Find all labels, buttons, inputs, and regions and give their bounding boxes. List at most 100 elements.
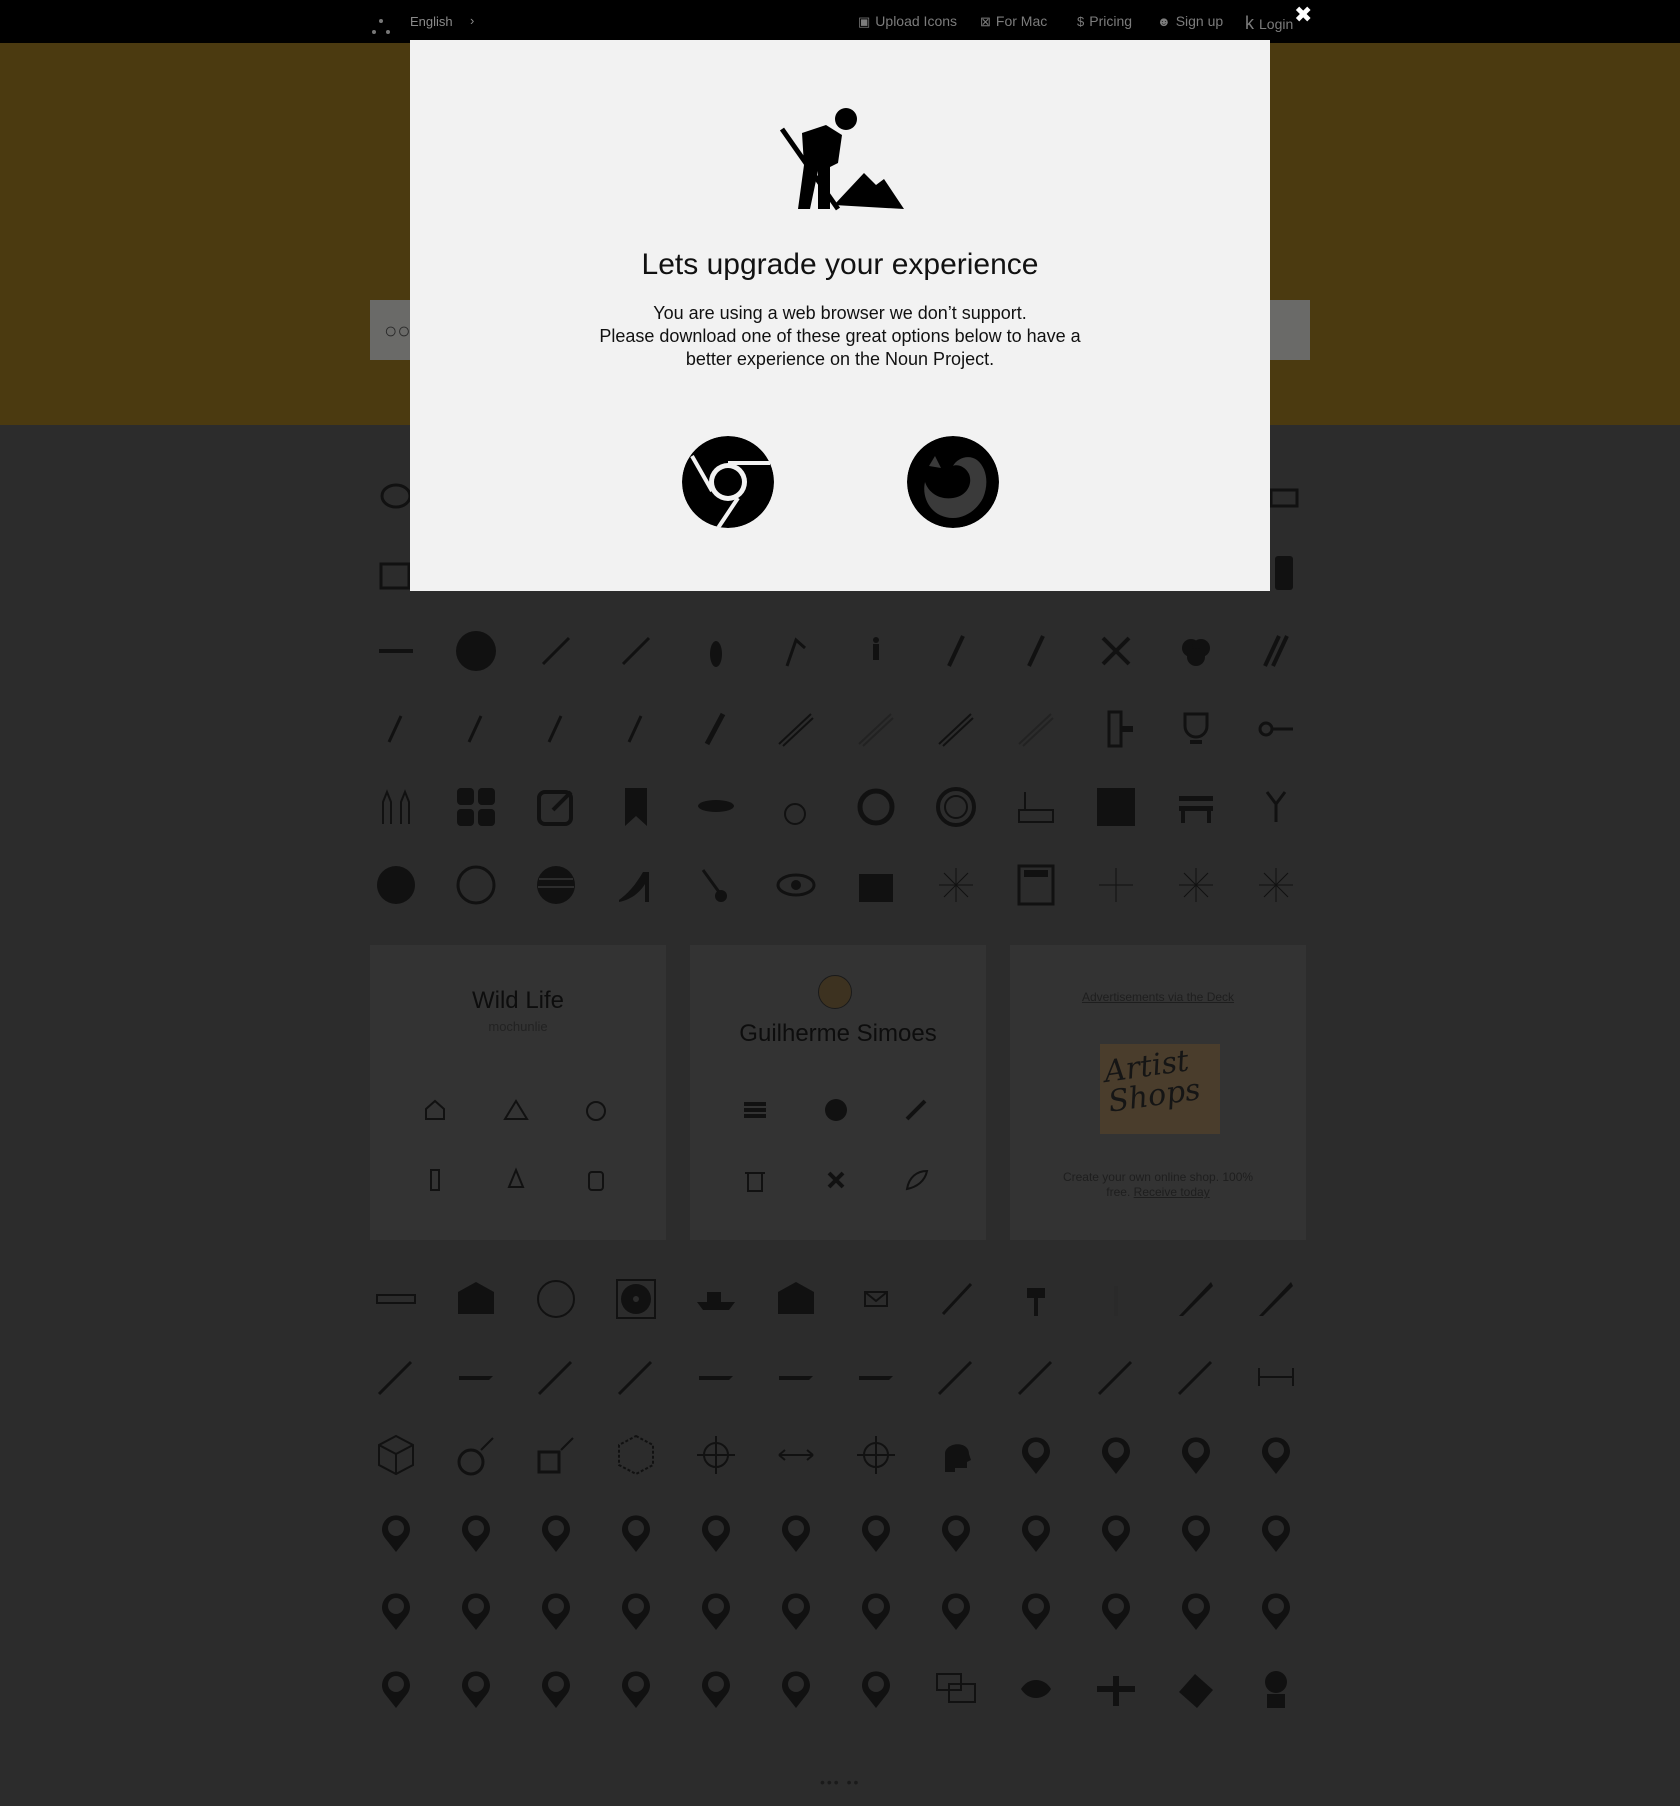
grid-icon-brush-3[interactable] bbox=[535, 708, 577, 750]
grid-icon-high-heel[interactable] bbox=[615, 864, 657, 906]
sign-up-link[interactable]: ☻ Sign up bbox=[1157, 13, 1223, 29]
mini-icon-pencil[interactable] bbox=[903, 1097, 929, 1123]
grid-icon-pin-warning[interactable] bbox=[1095, 1434, 1137, 1476]
grid-icon-trophy[interactable] bbox=[1175, 708, 1217, 750]
ad-cta-link[interactable]: Receive today bbox=[1134, 1185, 1210, 1199]
grid-icon-gift-boxes[interactable] bbox=[855, 864, 897, 906]
grid-icon-chat-bubbles[interactable] bbox=[935, 1668, 977, 1710]
grid-icon-width-measure[interactable] bbox=[1255, 1356, 1297, 1398]
grid-icon-pin-money[interactable] bbox=[375, 1590, 417, 1632]
grid-icon-pin-moon[interactable] bbox=[1255, 1590, 1297, 1632]
grid-icon-circle-tool[interactable] bbox=[455, 1434, 497, 1476]
grid-icon-pin-edit[interactable] bbox=[775, 1668, 817, 1710]
grid-icon-pin-flag-2[interactable] bbox=[695, 1590, 737, 1632]
grid-icon-pin-bulb[interactable] bbox=[1095, 1512, 1137, 1554]
grid-icon-ring[interactable] bbox=[535, 1278, 577, 1320]
grid-icon-pin-search[interactable] bbox=[855, 1512, 897, 1554]
grid-icon-cube[interactable] bbox=[375, 1434, 417, 1476]
mini-icon-compass[interactable] bbox=[583, 1097, 609, 1123]
grid-icon-knife-2[interactable] bbox=[1255, 1278, 1297, 1320]
login-link[interactable]: k Login bbox=[1245, 13, 1293, 34]
collection-author[interactable]: mochunlie bbox=[370, 1019, 666, 1034]
grid-icon-cross[interactable] bbox=[1095, 630, 1137, 672]
grid-icon-pin-fire[interactable] bbox=[1015, 1590, 1057, 1632]
grid-icon-ninja[interactable] bbox=[1255, 1668, 1297, 1710]
grid-icon-guitar[interactable] bbox=[695, 864, 737, 906]
grid-icon-blade-2[interactable] bbox=[695, 1356, 737, 1398]
chrome-icon[interactable] bbox=[682, 436, 774, 528]
grid-icon-brush-1[interactable] bbox=[375, 708, 417, 750]
grid-icon-pipe-valve[interactable] bbox=[1095, 708, 1137, 750]
firefox-icon[interactable] bbox=[907, 436, 999, 528]
grid-icon-pin-person-2[interactable] bbox=[455, 1668, 497, 1710]
mini-icon-campfire[interactable] bbox=[503, 1167, 529, 1193]
grid-icon-brushes[interactable] bbox=[1255, 630, 1297, 672]
grid-icon-planet-2[interactable] bbox=[455, 864, 497, 906]
grid-icon-pin-people[interactable] bbox=[535, 1668, 577, 1710]
grid-icon-sparkle-1[interactable] bbox=[935, 864, 977, 906]
grid-icon-pin-family[interactable] bbox=[615, 1668, 657, 1710]
grid-icon-head-profile[interactable] bbox=[935, 1434, 977, 1476]
collection-card-wild-life[interactable]: Wild Life mochunlie bbox=[370, 945, 666, 1240]
creator-card[interactable]: Guilherme Simoes bbox=[690, 945, 986, 1240]
grid-icon-pin-code[interactable] bbox=[1015, 1434, 1057, 1476]
grid-icon-garage[interactable] bbox=[455, 1278, 497, 1320]
grid-icon-pen-line[interactable] bbox=[535, 630, 577, 672]
grid-icon-ruler[interactable] bbox=[375, 1278, 417, 1320]
grid-icon-fish[interactable] bbox=[1015, 1668, 1057, 1710]
mini-icon-close[interactable] bbox=[823, 1167, 849, 1193]
creator-name[interactable]: Guilherme Simoes bbox=[690, 1020, 986, 1048]
grid-icon-eye[interactable] bbox=[775, 864, 817, 906]
grid-icon-chopsticks-3[interactable] bbox=[935, 708, 977, 750]
grid-icon-pin-sync[interactable] bbox=[935, 1590, 977, 1632]
grid-icon-pin-chat[interactable] bbox=[535, 1512, 577, 1554]
grid-icon-scalpel-7[interactable] bbox=[1095, 1356, 1137, 1398]
grid-icon-pin-lock-2[interactable] bbox=[1015, 1512, 1057, 1554]
grid-icon-scalpel-8[interactable] bbox=[1175, 1356, 1217, 1398]
grid-icon-bookmark-star[interactable] bbox=[615, 786, 657, 828]
grid-icon-sparkle-2[interactable] bbox=[1095, 864, 1137, 906]
language-selector[interactable]: English bbox=[410, 14, 453, 29]
grid-icon-pin-blocked[interactable] bbox=[695, 1512, 737, 1554]
grid-icon-pin-flag[interactable] bbox=[455, 1590, 497, 1632]
grid-icon-scalpel-4[interactable] bbox=[615, 1356, 657, 1398]
grid-icon-chopsticks[interactable] bbox=[775, 708, 817, 750]
pricing-link[interactable]: $ Pricing bbox=[1077, 13, 1132, 29]
mini-icon-leaf[interactable] bbox=[903, 1167, 929, 1193]
for-mac-link[interactable]: ⊠ For Mac bbox=[980, 13, 1047, 30]
grid-icon-bench[interactable] bbox=[1175, 786, 1217, 828]
grid-icon-signpost-2[interactable] bbox=[1095, 1278, 1137, 1320]
grid-icon-edit-square[interactable] bbox=[535, 786, 577, 828]
mini-icon-flashlight[interactable] bbox=[422, 1167, 448, 1193]
grid-icon-pin-arrow[interactable] bbox=[1255, 1434, 1297, 1476]
grid-icon-hat[interactable] bbox=[695, 786, 737, 828]
grid-icon-scalpel-3[interactable] bbox=[535, 1356, 577, 1398]
grid-icon-blade-4[interactable] bbox=[855, 1356, 897, 1398]
grid-icon-pin-lock[interactable] bbox=[375, 1512, 417, 1554]
grid-icon-scalpel[interactable] bbox=[935, 1278, 977, 1320]
grid-icon-scalpel-5[interactable] bbox=[935, 1356, 977, 1398]
grid-icon-crosshair-2[interactable] bbox=[855, 1434, 897, 1476]
avatar[interactable] bbox=[818, 975, 852, 1009]
mini-icon-menu-bars[interactable] bbox=[742, 1097, 768, 1123]
grid-icon-pin-drops[interactable] bbox=[1095, 1590, 1137, 1632]
grid-icon-pin-grid[interactable] bbox=[455, 1512, 497, 1554]
grid-icon-vinyl[interactable] bbox=[615, 1278, 657, 1320]
grid-icon-wheelchair[interactable] bbox=[775, 786, 817, 828]
grid-icon-brush-4[interactable] bbox=[615, 708, 657, 750]
grid-icon-scalpel-6[interactable] bbox=[1015, 1356, 1057, 1398]
grid-icon-sparkle-3[interactable] bbox=[1175, 864, 1217, 906]
pagination-dots[interactable]: ••• •• bbox=[820, 1774, 860, 1790]
mini-icon-cloud[interactable] bbox=[823, 1097, 849, 1123]
grid-icon-deer[interactable] bbox=[1255, 786, 1297, 828]
grid-icon-pin-edit-2[interactable] bbox=[855, 1668, 897, 1710]
grid-icon-signpost[interactable] bbox=[1015, 1278, 1057, 1320]
grid-icon-deer-badge[interactable] bbox=[1095, 786, 1137, 828]
grid-icon-garage-2[interactable] bbox=[775, 1278, 817, 1320]
grid-icon-pin-gear[interactable] bbox=[615, 1512, 657, 1554]
grid-icon-calculator-keys[interactable] bbox=[455, 786, 497, 828]
grid-icon-blade-3[interactable] bbox=[775, 1356, 817, 1398]
grid-icon-percent-badge[interactable] bbox=[935, 786, 977, 828]
grid-icon-pin-weather[interactable] bbox=[855, 1590, 897, 1632]
mini-icon-backpack[interactable] bbox=[583, 1167, 609, 1193]
